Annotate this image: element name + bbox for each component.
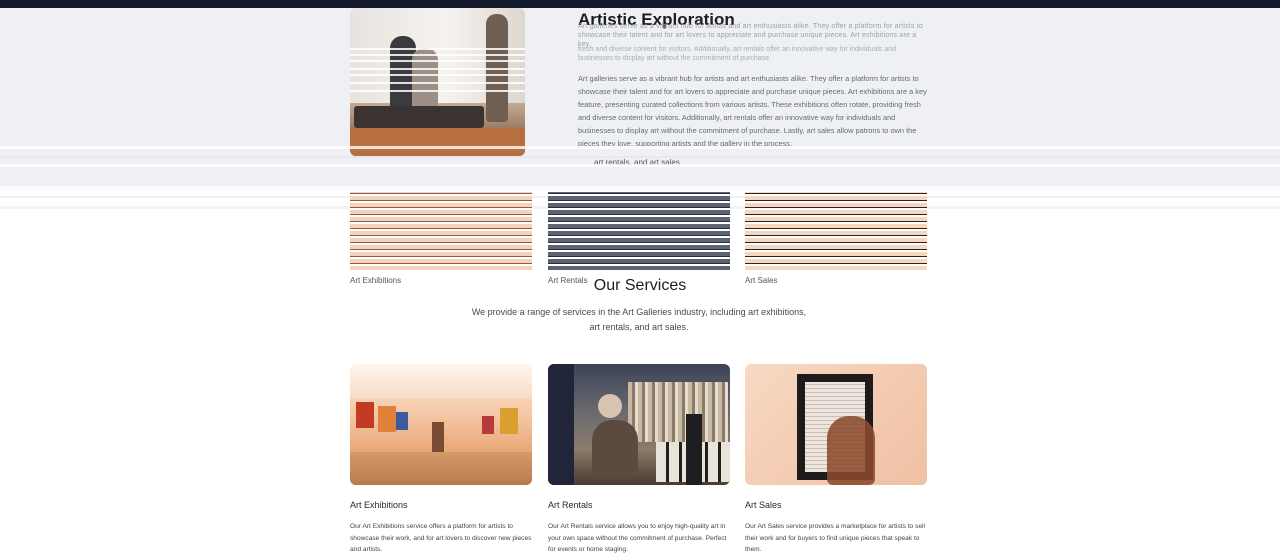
exhibition-image [350, 364, 532, 485]
top-bar [0, 0, 1280, 8]
card-description: Our Art Rentals service allows you to en… [548, 523, 727, 554]
service-card-sales[interactable]: Art Sales Our Art Sales service provides… [745, 364, 927, 553]
services-title: Our Services [593, 277, 687, 294]
sales-image [745, 364, 927, 485]
about-section: Artistic Exploration Art galleries serve… [0, 8, 1280, 190]
about-body: Art galleries serve as a vibrant hub for… [578, 74, 927, 148]
glitch-band [0, 172, 1280, 174]
rentals-image [548, 364, 730, 485]
page: Artistic Exploration Art galleries serve… [0, 0, 1280, 558]
about-ghost-text-2: fresh and diverse content for visitors. … [578, 46, 897, 62]
card-description: Our Art Sales service provides a marketp… [745, 523, 925, 554]
glitch-band [0, 186, 1280, 190]
glitch-band [0, 146, 1280, 149]
service-card-exhibitions[interactable]: Art Exhibitions Our Art Exhibitions serv… [350, 364, 532, 553]
ghost-card-image [350, 192, 532, 270]
about-image [350, 8, 525, 156]
glitch-band [0, 164, 1280, 167]
card-title: Art Exhibitions [350, 500, 408, 510]
glitch-band [0, 156, 1280, 158]
services-intro: We provide a range of services in the Ar… [471, 307, 807, 332]
ghost-card-image [745, 192, 927, 270]
card-title: Art Sales [745, 500, 782, 510]
ghost-card-image [548, 192, 730, 270]
service-card-rentals[interactable]: Art Rentals Our Art Rentals service allo… [548, 364, 730, 553]
card-title: Art Rentals [548, 500, 593, 510]
card-description: Our Art Exhibitions service offers a pla… [350, 523, 532, 554]
